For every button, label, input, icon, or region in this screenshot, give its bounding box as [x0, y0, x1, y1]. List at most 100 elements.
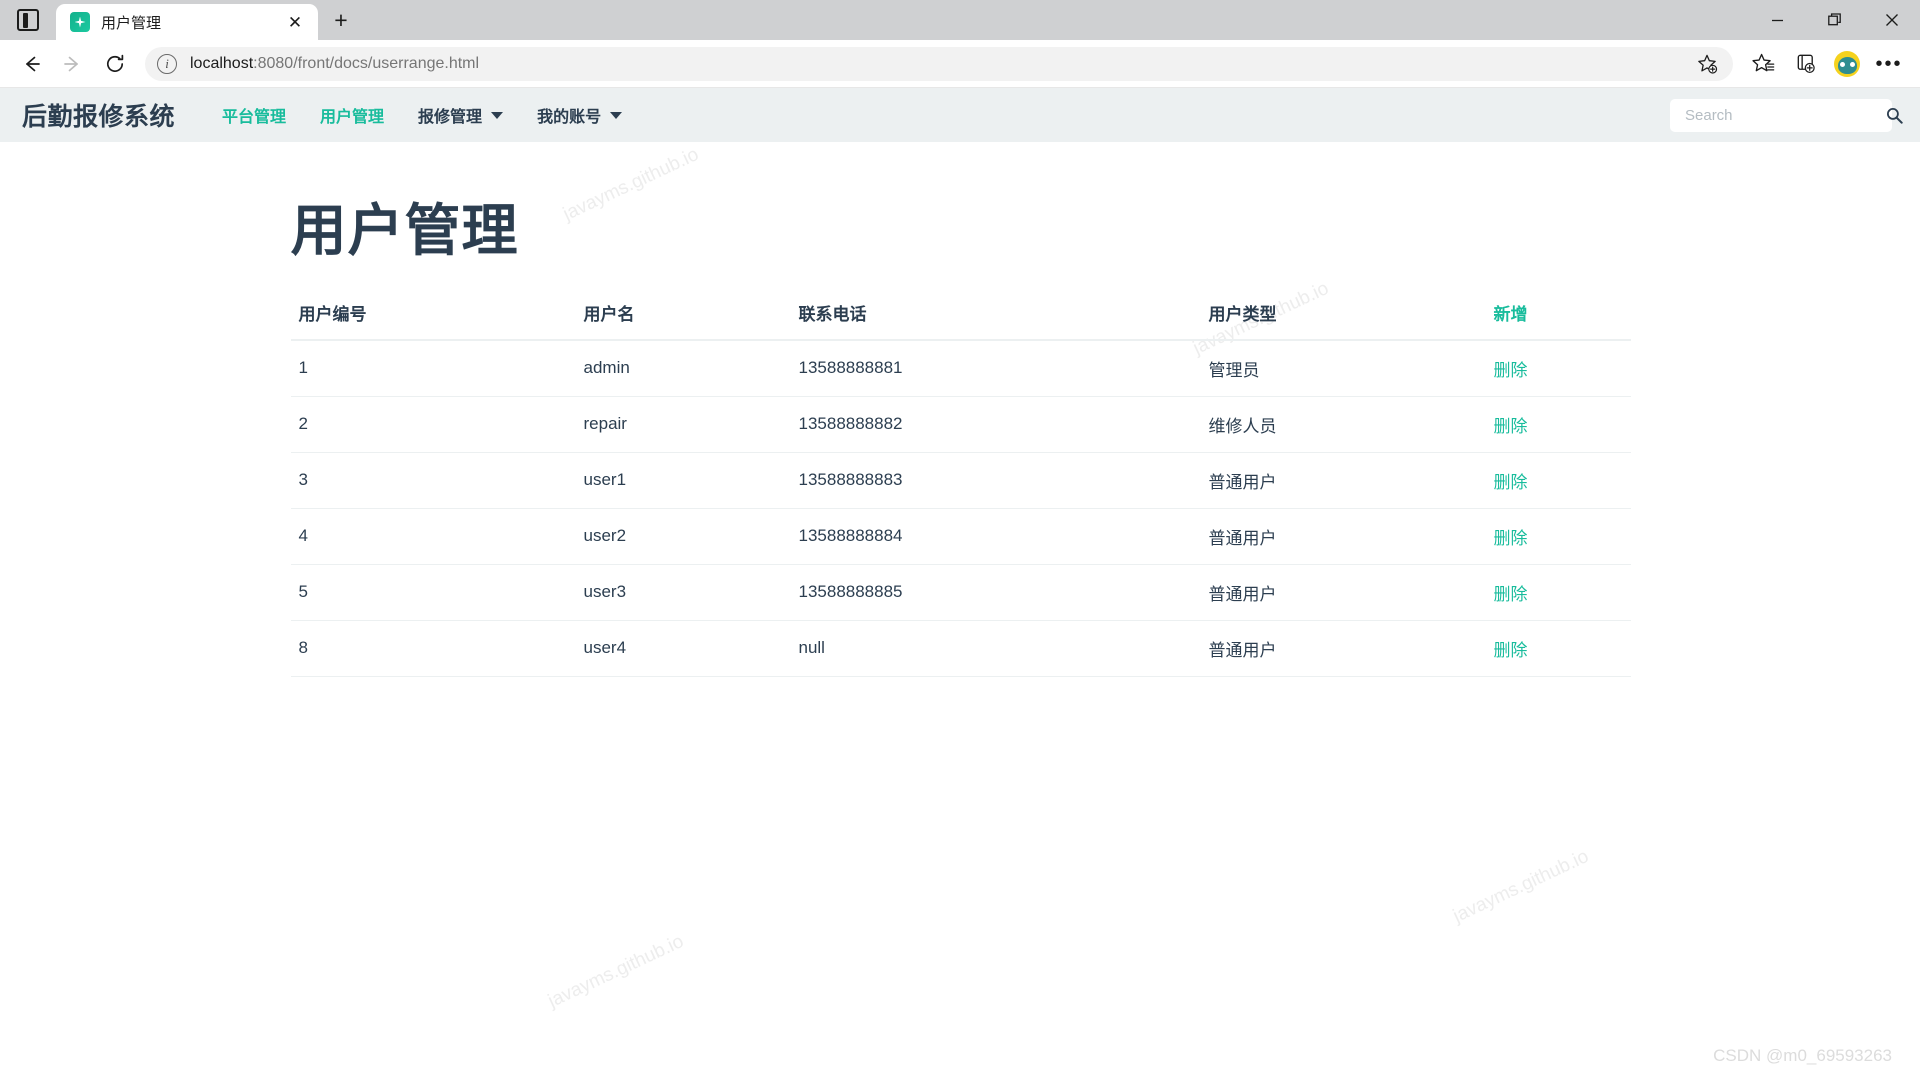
collections-button[interactable] — [1784, 47, 1826, 81]
browser-window: 用户管理 ✕ + — [0, 0, 1920, 1080]
cell-user-type: 普通用户 — [1201, 508, 1486, 564]
minimize-button[interactable] — [1749, 0, 1806, 40]
cell-actions: 删除 — [1486, 452, 1631, 508]
back-button[interactable] — [10, 47, 52, 81]
column-header-user-id: 用户编号 — [291, 292, 576, 340]
browser-toolbar: i localhost:8080/front/docs/userrange.ht… — [0, 40, 1920, 88]
reload-icon — [104, 53, 126, 75]
table-header-row: 用户编号 用户名 联系电话 用户类型 新增 — [291, 292, 1631, 340]
nav-item-label: 我的账号 — [537, 103, 601, 127]
browser-title-bar: 用户管理 ✕ + — [0, 0, 1920, 40]
cell-phone: 13588888884 — [791, 508, 1201, 564]
cell-username: repair — [576, 396, 791, 452]
page-content: 用户管理 用户编号 用户名 联系电话 用户类型 新增 1 — [0, 142, 1920, 677]
address-bar[interactable]: i localhost:8080/front/docs/userrange.ht… — [145, 47, 1733, 81]
add-user-button[interactable]: 新增 — [1486, 292, 1631, 340]
forward-button[interactable] — [52, 47, 94, 81]
site-info-icon[interactable]: i — [157, 54, 177, 74]
delete-button[interactable]: 删除 — [1494, 473, 1528, 492]
close-window-button[interactable] — [1863, 0, 1920, 40]
cell-user-id: 1 — [291, 340, 576, 397]
watermark-credit: CSDN @m0_69593263 — [1713, 1046, 1892, 1066]
cell-phone: 13588888885 — [791, 564, 1201, 620]
tab-list-icon — [17, 9, 39, 31]
site-nav-links: 平台管理 用户管理 报修管理 我的账号 — [205, 103, 639, 127]
search-icon[interactable] — [1886, 107, 1903, 124]
url-text: localhost:8080/front/docs/userrange.html — [190, 55, 1693, 73]
browser-tab[interactable]: 用户管理 ✕ — [56, 4, 318, 40]
nav-item-platform-management[interactable]: 平台管理 — [205, 103, 303, 127]
arrow-left-icon — [20, 53, 42, 75]
nav-item-label: 用户管理 — [320, 103, 384, 127]
browser-menu-button[interactable]: ••• — [1868, 47, 1910, 81]
cell-actions: 删除 — [1486, 620, 1631, 676]
chevron-down-icon — [491, 112, 503, 119]
close-icon[interactable]: ✕ — [282, 9, 308, 35]
delete-button[interactable]: 删除 — [1494, 361, 1528, 380]
user-table: 用户编号 用户名 联系电话 用户类型 新增 1 admin 1358888888… — [291, 292, 1631, 677]
cell-username: user3 — [576, 564, 791, 620]
delete-button[interactable]: 删除 — [1494, 417, 1528, 436]
collections-icon — [1794, 52, 1817, 75]
column-header-user-type: 用户类型 — [1201, 292, 1486, 340]
cell-actions: 删除 — [1486, 564, 1631, 620]
watermark-site: javayms.github.io — [1450, 846, 1592, 928]
favorites-icon — [1752, 52, 1775, 75]
nav-item-user-management[interactable]: 用户管理 — [303, 103, 401, 127]
cell-username: user4 — [576, 620, 791, 676]
arrow-right-icon — [62, 53, 84, 75]
new-tab-button[interactable]: + — [322, 1, 360, 39]
cell-phone: 13588888882 — [791, 396, 1201, 452]
chevron-down-icon — [610, 112, 622, 119]
nav-item-repair-management[interactable]: 报修管理 — [401, 103, 520, 127]
cell-user-id: 5 — [291, 564, 576, 620]
tab-title: 用户管理 — [101, 12, 282, 33]
user-table-head: 用户编号 用户名 联系电话 用户类型 新增 — [291, 292, 1631, 340]
delete-button[interactable]: 删除 — [1494, 641, 1528, 660]
column-header-phone: 联系电话 — [791, 292, 1201, 340]
diamond-sparkle-icon — [70, 12, 90, 32]
cell-user-type: 普通用户 — [1201, 620, 1486, 676]
tab-actions-button[interactable] — [0, 0, 56, 40]
profile-button[interactable] — [1826, 47, 1868, 81]
table-row: 8 user4 null 普通用户 删除 — [291, 620, 1631, 676]
table-row: 1 admin 13588888881 管理员 删除 — [291, 340, 1631, 397]
cell-actions: 删除 — [1486, 340, 1631, 397]
table-row: 3 user1 13588888883 普通用户 删除 — [291, 452, 1631, 508]
cell-phone: 13588888881 — [791, 340, 1201, 397]
toolbar-right-actions: ••• — [1742, 47, 1910, 81]
reload-button[interactable] — [94, 47, 136, 81]
table-row: 2 repair 13588888882 维修人员 删除 — [291, 396, 1631, 452]
cell-user-id: 2 — [291, 396, 576, 452]
add-favorite-icon[interactable] — [1693, 50, 1721, 78]
url-path: :8080/front/docs/userrange.html — [253, 55, 479, 72]
user-table-body: 1 admin 13588888881 管理员 删除 2 repair 1358… — [291, 340, 1631, 677]
maximize-restore-button[interactable] — [1806, 0, 1863, 40]
cell-phone: null — [791, 620, 1201, 676]
cell-user-id: 8 — [291, 620, 576, 676]
site-brand[interactable]: 后勤报修系统 — [22, 97, 175, 133]
delete-button[interactable]: 删除 — [1494, 585, 1528, 604]
favorites-button[interactable] — [1742, 47, 1784, 81]
search-input[interactable] — [1683, 106, 1886, 125]
watermark-site: javayms.github.io — [545, 931, 687, 1013]
cell-phone: 13588888883 — [791, 452, 1201, 508]
site-search[interactable] — [1670, 99, 1892, 132]
cell-user-type: 维修人员 — [1201, 396, 1486, 452]
cell-username: admin — [576, 340, 791, 397]
table-row: 5 user3 13588888885 普通用户 删除 — [291, 564, 1631, 620]
delete-button[interactable]: 删除 — [1494, 529, 1528, 548]
avatar-face-icon — [1838, 57, 1857, 74]
nav-item-my-account[interactable]: 我的账号 — [520, 103, 639, 127]
cell-user-id: 3 — [291, 452, 576, 508]
nav-item-label: 报修管理 — [418, 103, 482, 127]
profile-avatar — [1834, 51, 1860, 77]
window-controls — [1749, 0, 1920, 40]
content-container: 用户管理 用户编号 用户名 联系电话 用户类型 新增 1 — [283, 200, 1638, 677]
cell-actions: 删除 — [1486, 508, 1631, 564]
column-header-username: 用户名 — [576, 292, 791, 340]
cell-user-type: 普通用户 — [1201, 564, 1486, 620]
url-host: localhost — [190, 55, 253, 72]
page-viewport: 后勤报修系统 平台管理 用户管理 报修管理 我的账号 — [0, 88, 1920, 1080]
cell-user-type: 普通用户 — [1201, 452, 1486, 508]
